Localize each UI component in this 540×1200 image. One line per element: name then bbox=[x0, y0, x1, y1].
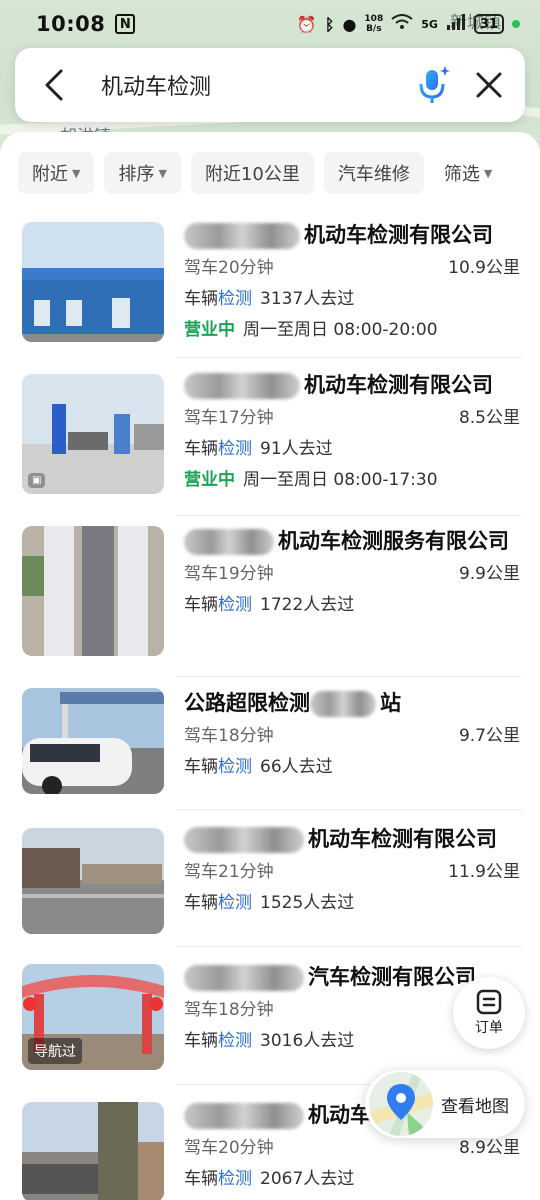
place-photo: ▣ bbox=[22, 374, 164, 494]
filter-nearby[interactable]: 附近 ▼ bbox=[18, 152, 95, 194]
redacted-text bbox=[184, 373, 300, 399]
drive-time: 驾车17分钟 bbox=[184, 408, 274, 428]
place-title[interactable]: 机动车检测有限公司 bbox=[184, 824, 520, 854]
chevron-down-icon: ▼ bbox=[72, 166, 81, 180]
back-arrow-icon bbox=[45, 69, 63, 101]
redacted-text bbox=[184, 827, 304, 853]
orders-label: 订单 bbox=[475, 1020, 503, 1036]
place-title[interactable]: 机动车检测有限公司 bbox=[184, 370, 520, 400]
open-status: 营业中 bbox=[184, 320, 235, 340]
wifi-icon bbox=[391, 14, 413, 34]
place-photo bbox=[22, 688, 164, 794]
drive-time: 驾车19分钟 bbox=[184, 564, 274, 584]
place-title[interactable]: 公路超限检测站 bbox=[184, 688, 520, 718]
redacted-text bbox=[184, 965, 304, 991]
clear-button[interactable] bbox=[471, 67, 507, 103]
navigated-badge: 导航过 bbox=[28, 1038, 82, 1064]
divider bbox=[176, 946, 522, 947]
back-button[interactable] bbox=[43, 65, 77, 105]
place-photo: 导航过 bbox=[22, 964, 164, 1070]
alarm-icon: ⏰ bbox=[296, 14, 317, 34]
network-type: 5G bbox=[421, 17, 438, 31]
category-visits: 车辆检测 1722人去过 bbox=[184, 595, 355, 615]
divider bbox=[176, 809, 522, 810]
close-icon bbox=[476, 72, 502, 98]
signal-icon bbox=[446, 14, 466, 34]
net-speed: 108 B/s bbox=[364, 14, 384, 34]
nfc-icon: N bbox=[115, 14, 136, 34]
distance: 9.7公里 bbox=[458, 726, 520, 746]
microphone-icon bbox=[419, 66, 450, 103]
place-photo bbox=[22, 1102, 164, 1200]
status-bar: 10:08 N ⏰ ᛒ ● 108 B/s 5G 31 bbox=[0, 0, 540, 48]
drive-time: 驾车18分钟 bbox=[184, 1000, 274, 1020]
status-time: 10:08 bbox=[36, 12, 106, 36]
distance: 10.9公里 bbox=[448, 258, 520, 278]
order-list-icon bbox=[476, 989, 502, 1015]
divider bbox=[176, 357, 522, 358]
filter-sort[interactable]: 排序 ▼ bbox=[104, 152, 181, 194]
photo-watermark: ▣ bbox=[28, 473, 46, 488]
business-hours: 营业中 周一至周日 08:00-17:30 bbox=[184, 470, 438, 490]
open-status: 营业中 bbox=[184, 470, 235, 490]
voice-search-button[interactable] bbox=[413, 63, 453, 107]
business-hours: 营业中 周一至周日 08:00-20:00 bbox=[184, 320, 438, 340]
chevron-down-icon: ▼ bbox=[158, 166, 167, 180]
location-icon: ● bbox=[342, 14, 357, 34]
distance: 8.5公里 bbox=[458, 408, 520, 428]
drive-time: 驾车20分钟 bbox=[184, 258, 274, 278]
redacted-text bbox=[184, 529, 274, 555]
view-map-button[interactable]: 查看地图 bbox=[365, 1070, 525, 1138]
results-sheet: 附近 ▼ 排序 ▼ 附近10公里 汽车维修 筛选 ▼ 机动车检测有限公司 驾车2… bbox=[0, 132, 540, 1200]
map-pin-icon bbox=[369, 1072, 433, 1136]
category-visits: 车辆检测 1525人去过 bbox=[184, 893, 355, 913]
place-title[interactable]: 机动车检测有限公司 bbox=[184, 220, 520, 250]
divider bbox=[176, 515, 522, 516]
bluetooth-icon: ᛒ bbox=[324, 14, 335, 34]
place-photo bbox=[22, 526, 164, 656]
view-map-label: 查看地图 bbox=[441, 1096, 509, 1117]
redacted-text bbox=[184, 1103, 304, 1129]
orders-button[interactable]: 订单 bbox=[453, 977, 525, 1049]
chevron-down-icon: ▼ bbox=[483, 166, 493, 180]
privacy-dot bbox=[512, 20, 520, 28]
category-visits: 车辆检测 2067人去过 bbox=[184, 1169, 355, 1189]
category-visits: 车辆检测 91人去过 bbox=[184, 439, 333, 459]
place-photo bbox=[22, 222, 164, 342]
filter-within-10km[interactable]: 附近10公里 bbox=[190, 152, 314, 194]
place-title[interactable]: 机动车检测服务有限公司 bbox=[184, 526, 520, 556]
distance: 9.9公里 bbox=[458, 564, 520, 584]
distance: 8.9公里 bbox=[458, 1138, 520, 1158]
filter-bar: 附近 ▼ 排序 ▼ 附近10公里 汽车维修 筛选 ▼ bbox=[18, 152, 540, 194]
category-visits: 车辆检测 66人去过 bbox=[184, 757, 333, 777]
redacted-text bbox=[184, 223, 300, 249]
category-visits: 车辆检测 3137人去过 bbox=[184, 289, 355, 309]
distance: 11.9公里 bbox=[448, 862, 520, 882]
filter-car-repair[interactable]: 汽车维修 bbox=[323, 152, 424, 194]
divider bbox=[176, 676, 522, 677]
battery-indicator: 31 bbox=[473, 14, 504, 34]
search-input[interactable]: 机动车检测 bbox=[101, 69, 413, 101]
drive-time: 驾车18分钟 bbox=[184, 726, 274, 746]
filter-more[interactable]: 筛选 ▼ bbox=[434, 152, 502, 194]
drive-time: 驾车20分钟 bbox=[184, 1138, 274, 1158]
drive-time: 驾车21分钟 bbox=[184, 862, 274, 882]
redacted-text bbox=[310, 691, 376, 717]
place-photo bbox=[22, 828, 164, 934]
search-bar: 机动车检测 bbox=[15, 48, 525, 122]
